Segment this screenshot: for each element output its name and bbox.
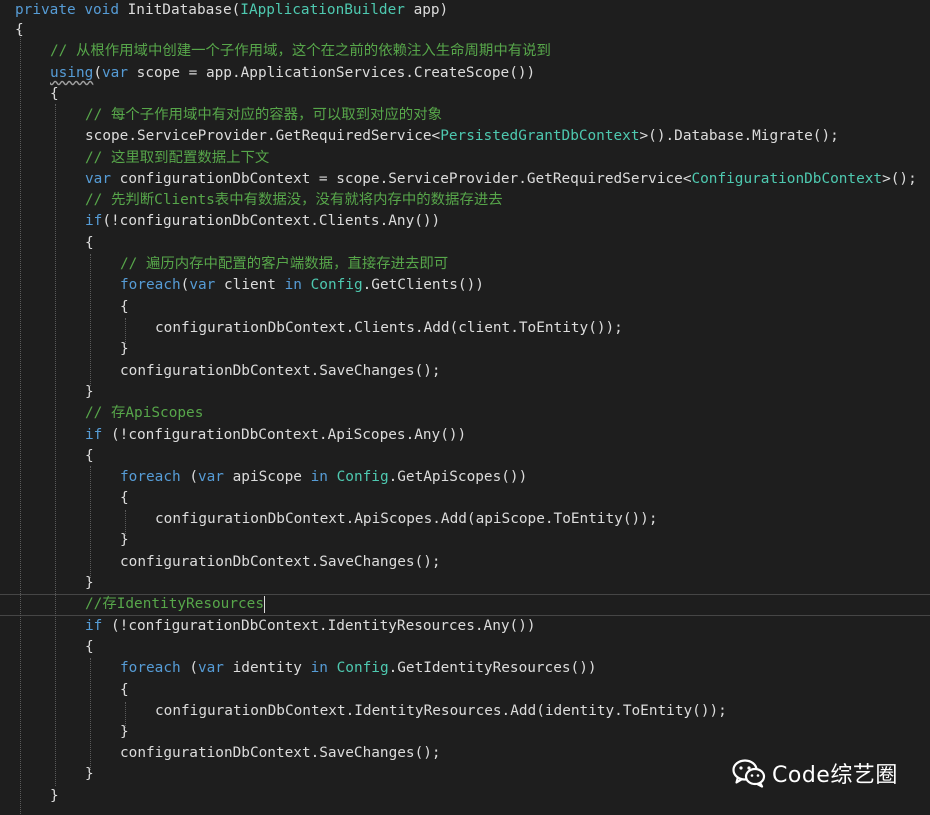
code-line[interactable]: configurationDbContext.Clients.Add(clien… bbox=[155, 318, 623, 339]
code-line[interactable]: using(var scope = app.ApplicationService… bbox=[50, 63, 535, 84]
wechat-icon bbox=[732, 759, 766, 788]
code-line[interactable]: configurationDbContext.SaveChanges(); bbox=[120, 552, 441, 573]
code-line[interactable]: var configurationDbContext = scope.Servi… bbox=[85, 169, 917, 190]
code-line[interactable]: configurationDbContext.IdentityResources… bbox=[155, 701, 727, 722]
code-line[interactable]: foreach (var apiScope in Config.GetApiSc… bbox=[120, 467, 527, 488]
code-line[interactable]: } bbox=[50, 786, 59, 807]
code-line[interactable]: { bbox=[85, 637, 94, 658]
watermark: Code综艺圈 bbox=[732, 756, 898, 790]
code-line[interactable]: if (!configurationDbContext.IdentityReso… bbox=[85, 616, 536, 637]
code-line[interactable]: { bbox=[85, 233, 94, 254]
code-line[interactable]: { bbox=[15, 20, 24, 41]
code-line[interactable]: //存IdentityResources bbox=[85, 594, 266, 615]
code-line[interactable]: } bbox=[85, 573, 94, 594]
code-line[interactable]: { bbox=[120, 680, 129, 701]
code-line[interactable]: // 这里取到配置数据上下文 bbox=[85, 148, 269, 169]
code-line[interactable]: configurationDbContext.SaveChanges(); bbox=[120, 361, 441, 382]
code-line[interactable]: configurationDbContext.ApiScopes.Add(api… bbox=[155, 509, 658, 530]
code-line[interactable]: { bbox=[120, 297, 129, 318]
code-line[interactable]: if (!configurationDbContext.ApiScopes.An… bbox=[85, 425, 466, 446]
code-line[interactable]: // 每个子作用域中有对应的容器，可以取到对应的对象 bbox=[85, 105, 442, 126]
code-line[interactable]: { bbox=[120, 488, 129, 509]
code-line[interactable]: foreach (var identity in Config.GetIdent… bbox=[120, 658, 597, 679]
code-line[interactable]: } bbox=[120, 722, 129, 743]
code-line[interactable]: if(!configurationDbContext.Clients.Any()… bbox=[85, 211, 440, 232]
code-line[interactable]: } bbox=[85, 382, 94, 403]
code-line[interactable]: // 遍历内存中配置的客户端数据，直接存进去即可 bbox=[120, 254, 448, 275]
code-line[interactable]: private void InitDatabase(IApplicationBu… bbox=[15, 0, 448, 21]
code-line[interactable]: foreach(var client in Config.GetClients(… bbox=[120, 275, 484, 296]
code-line[interactable]: // 从根作用域中创建一个子作用域，这个在之前的依赖注入生命周期中有说到 bbox=[50, 41, 551, 62]
indent-guide bbox=[55, 104, 56, 786]
code-line[interactable]: // 先判断Clients表中有数据没，没有就将内存中的数据存进去 bbox=[85, 190, 503, 211]
indent-guide bbox=[20, 30, 21, 814]
watermark-text: Code综艺圈 bbox=[772, 763, 898, 788]
code-line[interactable]: } bbox=[85, 764, 94, 785]
code-editor[interactable]: private void InitDatabase(IApplicationBu… bbox=[0, 0, 930, 815]
indent-guide bbox=[90, 254, 91, 386]
text-caret bbox=[264, 595, 266, 613]
code-line[interactable]: configurationDbContext.SaveChanges(); bbox=[120, 743, 441, 764]
code-line[interactable]: // 存ApiScopes bbox=[85, 403, 203, 424]
indent-guide bbox=[90, 658, 91, 770]
code-line[interactable]: } bbox=[120, 530, 129, 551]
indent-guide bbox=[90, 466, 91, 578]
code-line[interactable]: { bbox=[85, 446, 94, 467]
code-line[interactable]: { bbox=[50, 84, 59, 105]
code-line[interactable]: } bbox=[120, 339, 129, 360]
code-line[interactable]: scope.ServiceProvider.GetRequiredService… bbox=[85, 126, 839, 147]
